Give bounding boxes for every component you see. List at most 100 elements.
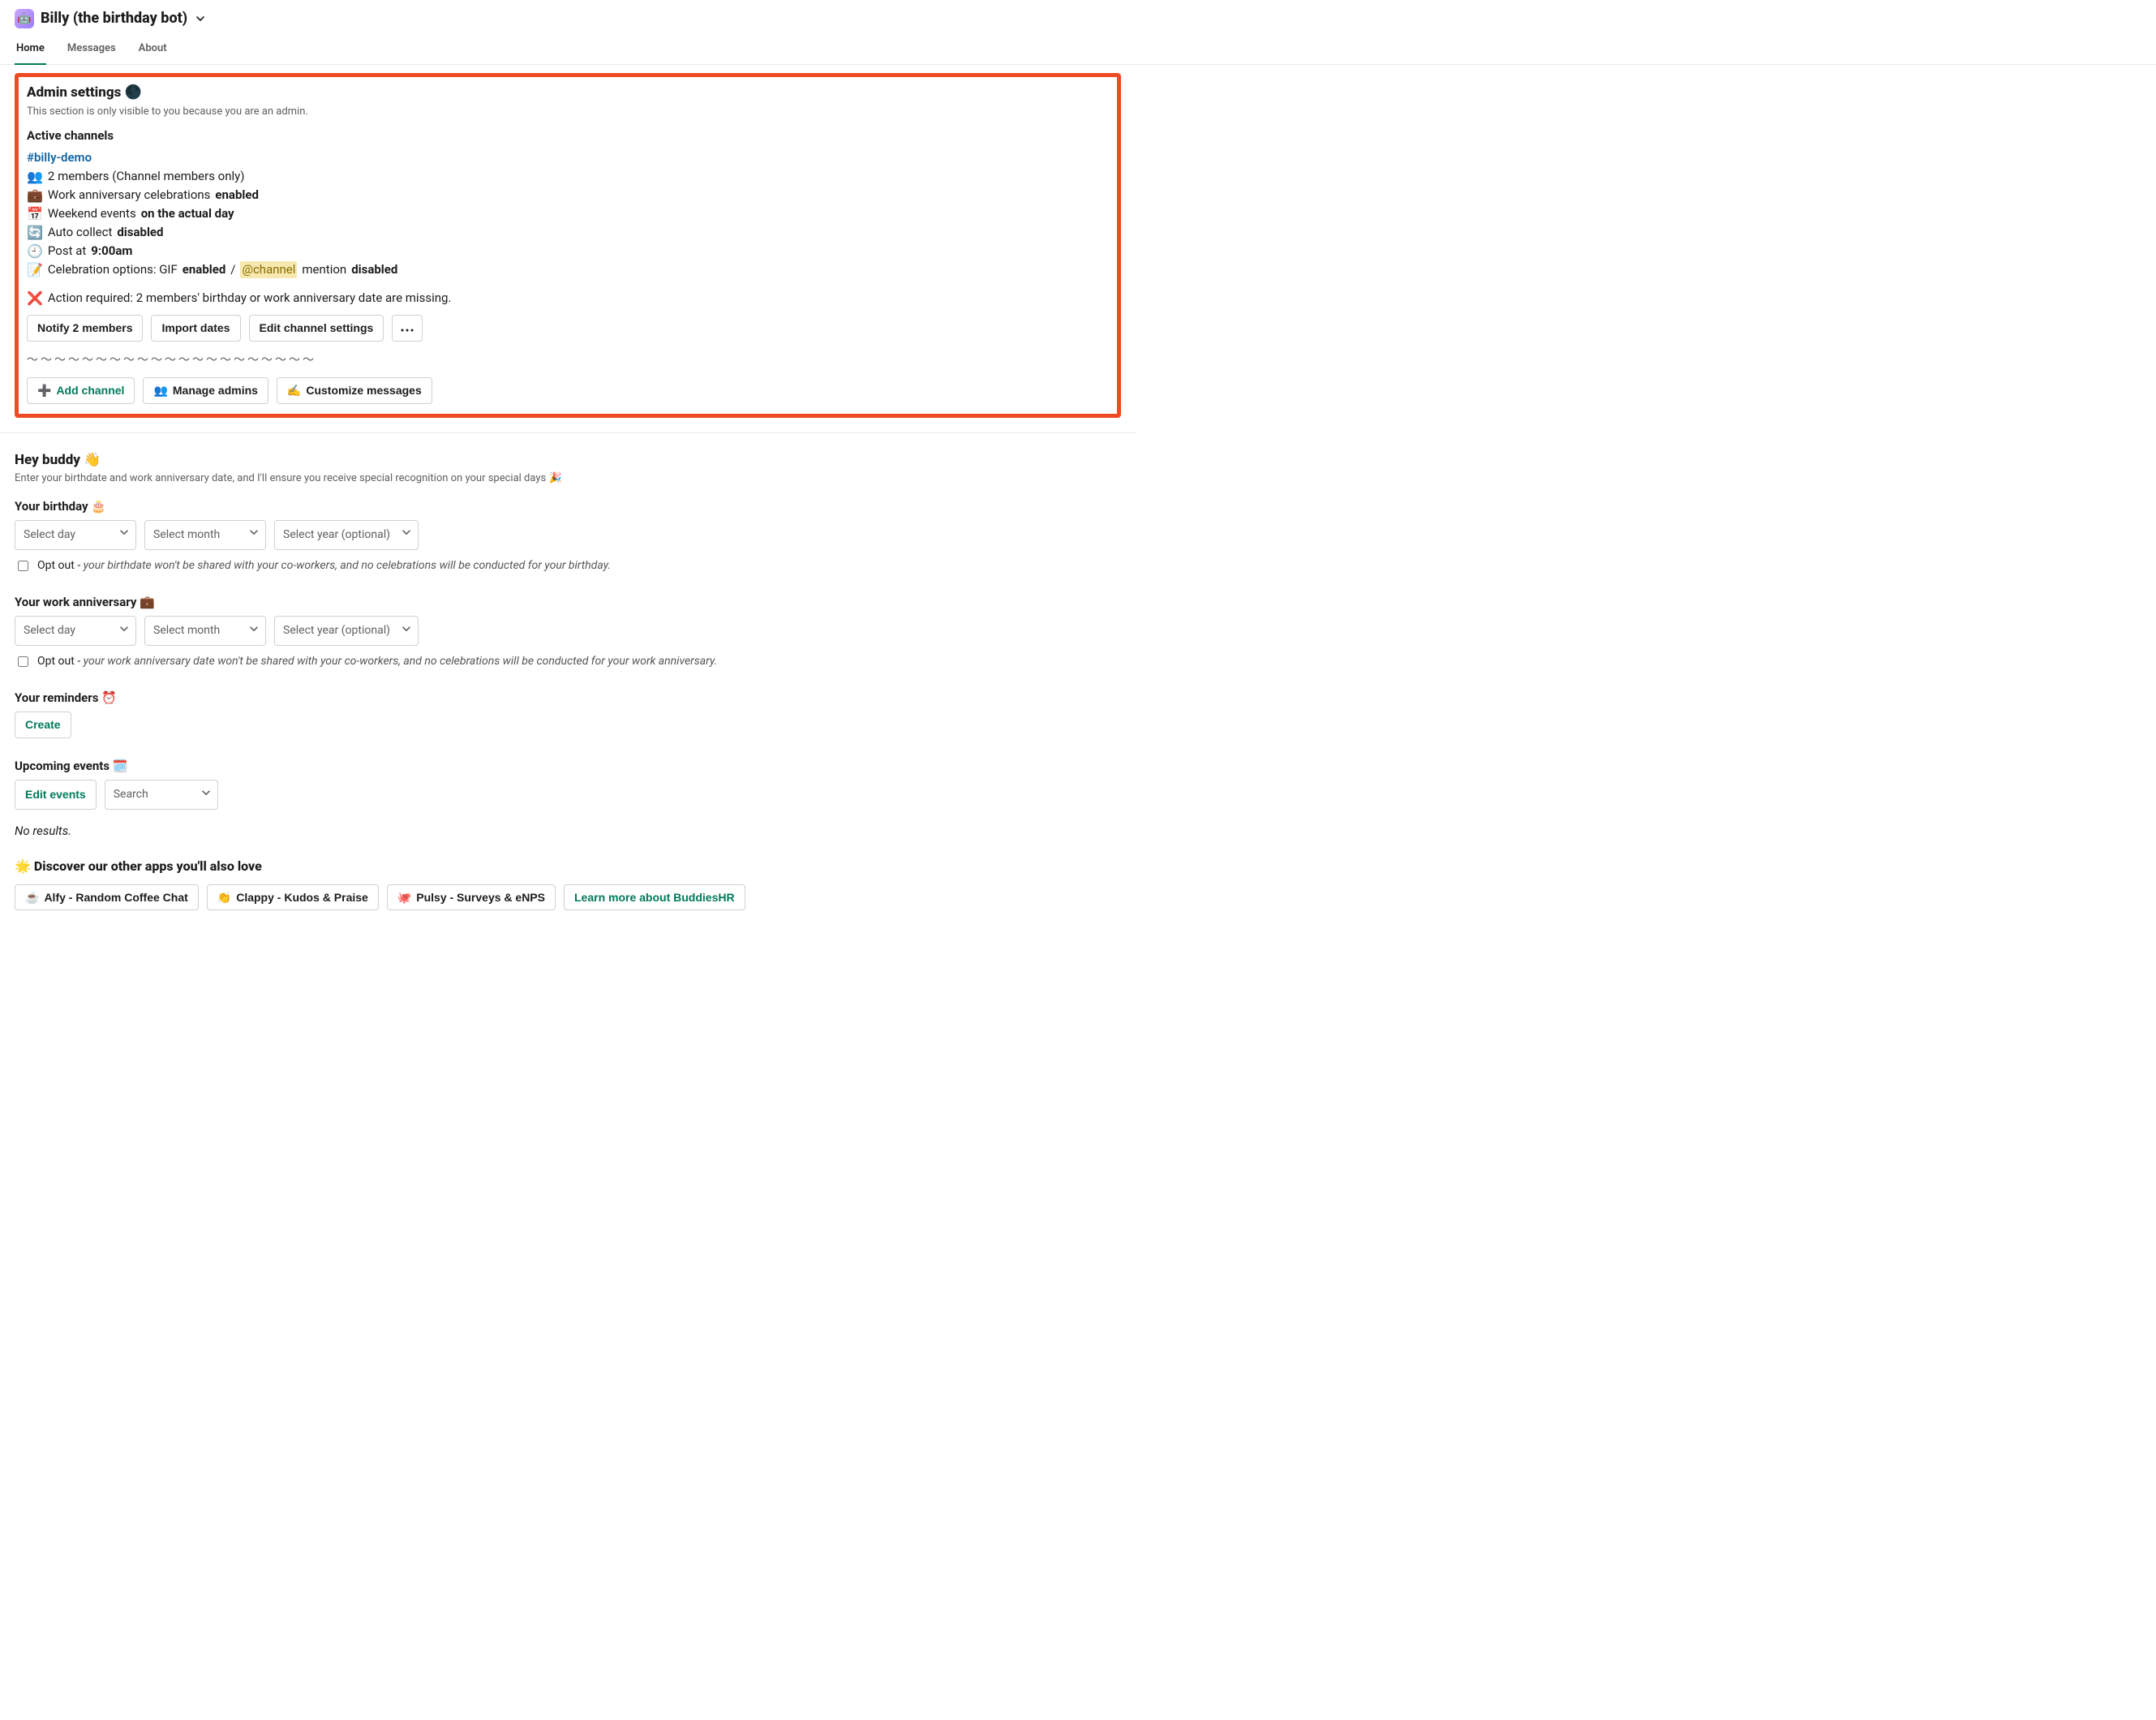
- birthday-year-value: Select year (optional): [283, 528, 390, 541]
- anniversary-optout-checkbox[interactable]: [18, 656, 28, 667]
- pulsy-app-button[interactable]: 🐙 Pulsy - Surveys & eNPS: [387, 884, 556, 911]
- optout-label: Opt out - your birthdate won't be shared…: [37, 558, 611, 574]
- optout-sep: -: [77, 655, 83, 668]
- optout-label: Opt out - your work anniversary date won…: [37, 654, 717, 670]
- events-search-select[interactable]: Search: [105, 780, 218, 811]
- anniversary-optout-row[interactable]: Opt out - your work anniversary date won…: [15, 654, 1121, 670]
- birthday-label: Your birthday 🎂: [15, 498, 1121, 515]
- add-channel-button[interactable]: ➕ Add channel: [27, 377, 135, 404]
- manage-admins-button[interactable]: 👥 Manage admins: [143, 377, 268, 404]
- chevron-down-icon: [402, 623, 411, 639]
- hey-buddy-subtitle: Enter your birthdate and work anniversar…: [15, 471, 1121, 486]
- create-reminder-button[interactable]: Create: [15, 712, 71, 738]
- optout-sep: -: [77, 559, 83, 572]
- members-icon: 👥: [27, 170, 43, 183]
- celebration-mention-post: mention: [302, 261, 346, 278]
- birthday-day-value: Select day: [24, 528, 75, 541]
- birthday-day-select[interactable]: Select day: [15, 520, 136, 551]
- edit-events-button[interactable]: Edit events: [15, 780, 97, 811]
- posttime-text: Post at: [48, 243, 86, 260]
- anniversary-year-value: Select year (optional): [283, 624, 390, 637]
- learn-more-button[interactable]: Learn more about BuddiesHR: [564, 884, 745, 911]
- weekend-line: 📅 Weekend events on the actual day: [27, 205, 1109, 222]
- action-required-line: ❌ Action required: 2 members' birthday o…: [27, 290, 1109, 307]
- anniversary-label: Your work anniversary 💼: [15, 594, 1121, 611]
- anniversary-text: Work anniversary celebrations: [48, 187, 210, 204]
- admin-settings-title: Admin settings 🌑: [27, 84, 1109, 103]
- chevron-down-icon: [119, 623, 129, 639]
- action-required-text: Action required: 2 members' birthday or …: [48, 290, 451, 307]
- autocollect-text: Auto collect: [48, 224, 112, 241]
- alfy-app-button[interactable]: ☕ Alfy - Random Coffee Chat: [15, 884, 199, 911]
- channel-action-buttons: Notify 2 members Import dates Edit chann…: [27, 315, 1109, 342]
- notify-members-button[interactable]: Notify 2 members: [27, 315, 143, 342]
- anniversary-month-select[interactable]: Select month: [144, 616, 266, 647]
- octopus-icon: 🐙: [397, 891, 411, 905]
- anniversary-day-value: Select day: [24, 624, 75, 637]
- chevron-down-icon: [201, 787, 211, 803]
- customize-messages-label: Customize messages: [306, 384, 421, 398]
- optout-anniversary-detail: your work anniversary date won't be shar…: [84, 655, 718, 668]
- celebration-gif-state: enabled: [183, 261, 226, 278]
- clappy-label: Clappy - Kudos & Praise: [236, 891, 368, 905]
- anniversary-year-select[interactable]: Select year (optional): [274, 616, 419, 647]
- clappy-app-button[interactable]: 👏 Clappy - Kudos & Praise: [207, 884, 379, 911]
- chevron-down-icon[interactable]: [195, 14, 205, 24]
- anniversary-month-value: Select month: [153, 624, 220, 637]
- manage-admins-label: Manage admins: [173, 384, 258, 398]
- no-results-text: No results.: [15, 823, 1121, 840]
- page-body: Admin settings 🌑 This section is only vi…: [0, 65, 1136, 943]
- optout-label-pre: Opt out: [37, 559, 77, 572]
- posttime-value: 9:00am: [91, 243, 132, 260]
- channel-link[interactable]: #billy-demo: [27, 150, 92, 165]
- admin-global-buttons: ➕ Add channel 👥 Manage admins ✍️ Customi…: [27, 377, 1109, 404]
- import-dates-button[interactable]: Import dates: [151, 315, 240, 342]
- section-divider: [0, 432, 1136, 433]
- birthday-optout-checkbox[interactable]: [18, 561, 28, 571]
- birthday-select-row: Select day Select month Select year (opt…: [15, 520, 1121, 551]
- channel-members-line: 👥 2 members (Channel members only): [27, 168, 1109, 185]
- edit-channel-settings-button[interactable]: Edit channel settings: [249, 315, 384, 342]
- birthday-month-value: Select month: [153, 528, 220, 541]
- tab-home[interactable]: Home: [15, 33, 46, 64]
- app-header: 🤖 Billy (the birthday bot): [0, 0, 2156, 33]
- calendar-icon: 📅: [27, 208, 43, 221]
- birthday-month-select[interactable]: Select month: [144, 520, 266, 551]
- anniversary-state: enabled: [215, 187, 259, 204]
- chevron-down-icon: [402, 527, 411, 544]
- weekend-state: on the actual day: [141, 205, 234, 222]
- alfy-label: Alfy - Random Coffee Chat: [44, 891, 187, 905]
- more-icon: [401, 321, 414, 335]
- weekend-text: Weekend events: [48, 205, 136, 222]
- memo-icon: 📝: [27, 264, 43, 277]
- tab-messages[interactable]: Messages: [66, 33, 118, 64]
- hey-buddy-title: Hey buddy 👋: [15, 451, 1121, 471]
- anniversary-day-select[interactable]: Select day: [15, 616, 136, 647]
- birthday-optout-row[interactable]: Opt out - your birthdate won't be shared…: [15, 558, 1121, 574]
- reminders-label: Your reminders ⏰: [15, 690, 1121, 707]
- discover-title: 🌟 Discover our other apps you'll also lo…: [15, 858, 1121, 875]
- customize-messages-button[interactable]: ✍️ Customize messages: [277, 377, 432, 404]
- channel-members-text: 2 members (Channel members only): [48, 168, 245, 185]
- tab-about[interactable]: About: [137, 33, 169, 64]
- celebration-sep: /: [230, 261, 235, 278]
- celebration-pre: Celebration options: GIF: [48, 261, 178, 278]
- admin-settings-subtitle: This section is only visible to you beca…: [27, 105, 1109, 119]
- members-icon: 👥: [153, 384, 167, 398]
- chevron-down-icon: [249, 527, 259, 544]
- anniversary-line: 💼 Work anniversary celebrations enabled: [27, 187, 1109, 204]
- write-icon: ✍️: [287, 384, 301, 398]
- chevron-down-icon: [249, 623, 259, 639]
- autocollect-line: 🔄 Auto collect disabled: [27, 224, 1109, 241]
- birthday-year-select[interactable]: Select year (optional): [274, 520, 419, 551]
- admin-settings-panel: Admin settings 🌑 This section is only vi…: [15, 73, 1121, 417]
- chevron-down-icon: [119, 527, 129, 544]
- app-avatar: 🤖: [15, 9, 34, 28]
- recycle-icon: 🔄: [27, 226, 43, 239]
- wave-divider: ～～～～～～～～～～～～～～～～～～～～～: [27, 353, 1109, 369]
- posttime-line: 🕘 Post at 9:00am: [27, 243, 1109, 260]
- more-actions-button[interactable]: [392, 315, 423, 342]
- coffee-icon: ☕: [25, 891, 39, 905]
- app-title[interactable]: Billy (the birthday bot): [41, 8, 187, 28]
- clap-icon: 👏: [217, 891, 231, 905]
